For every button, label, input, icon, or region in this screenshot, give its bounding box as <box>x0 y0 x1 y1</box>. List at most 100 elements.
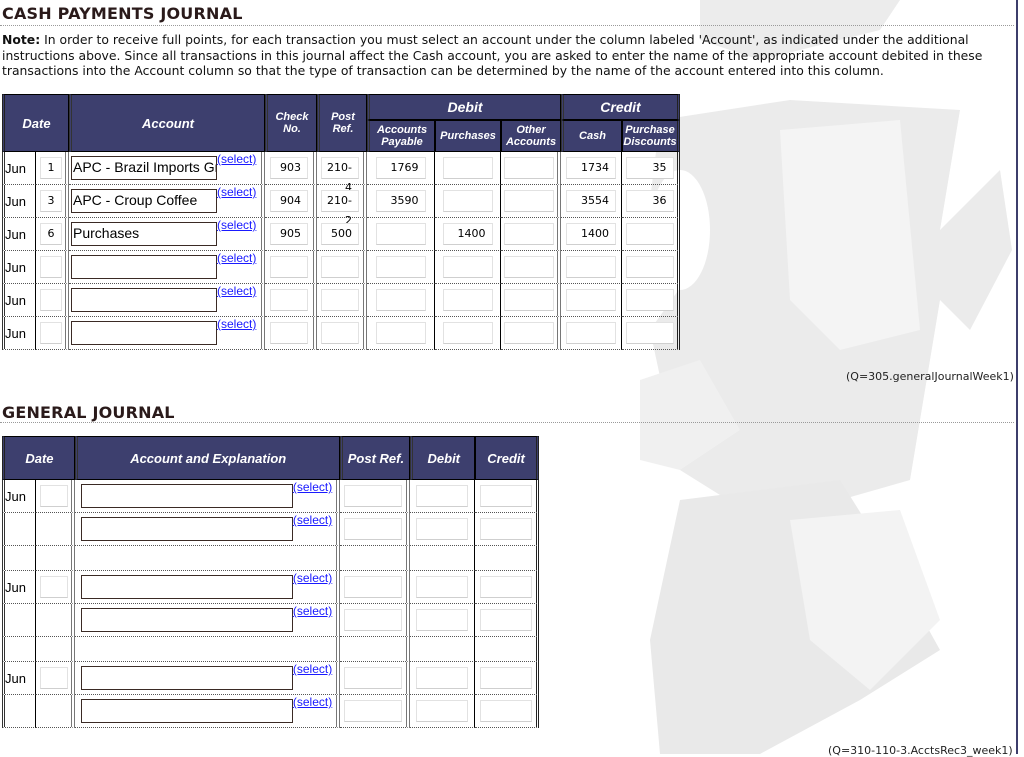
post-ref-input[interactable] <box>343 667 402 689</box>
post-ref-input[interactable] <box>321 289 359 311</box>
day-input[interactable] <box>39 256 62 278</box>
other-accounts-input[interactable] <box>504 289 554 311</box>
post-ref-input[interactable] <box>343 576 402 598</box>
credit-cell <box>475 604 539 637</box>
day-input[interactable] <box>39 667 68 689</box>
account-input[interactable]: APC - Brazil Imports Group <box>71 156 217 180</box>
accounts-payable-input[interactable] <box>375 256 426 278</box>
account-input[interactable] <box>80 484 293 508</box>
post-ref-input[interactable] <box>343 518 402 540</box>
select-account-link[interactable]: (select) <box>293 480 332 494</box>
check-no-input[interactable] <box>270 322 308 344</box>
select-account-link[interactable]: (select) <box>293 513 332 527</box>
debit-input[interactable] <box>416 518 469 540</box>
accounts-payable-input[interactable]: 1769 <box>375 157 426 179</box>
account-input[interactable] <box>80 699 293 723</box>
other-accounts-input[interactable] <box>504 223 554 245</box>
purchases-input[interactable] <box>442 157 493 179</box>
select-account-link[interactable]: (select) <box>217 218 256 232</box>
day-input[interactable] <box>39 289 62 311</box>
cash-input[interactable]: 1734 <box>566 157 616 179</box>
select-account-link[interactable]: (select) <box>217 284 256 298</box>
debit-input[interactable] <box>416 576 469 598</box>
select-account-link[interactable]: (select) <box>217 317 256 331</box>
accounts-payable-input[interactable] <box>375 223 426 245</box>
other-accounts-input[interactable] <box>504 256 554 278</box>
credit-input[interactable] <box>479 485 532 507</box>
post-ref-input[interactable] <box>321 322 359 344</box>
purchase-discounts-input[interactable]: 36 <box>625 190 674 212</box>
accounts-payable-input[interactable] <box>375 322 426 344</box>
account-input[interactable]: APC - Croup Coffee <box>71 189 217 213</box>
credit-input[interactable] <box>479 576 532 598</box>
post-ref-input[interactable] <box>343 609 402 631</box>
credit-input[interactable] <box>479 700 532 722</box>
post-ref-input[interactable] <box>321 256 359 278</box>
account-input[interactable] <box>71 321 217 345</box>
cash-input[interactable] <box>566 289 616 311</box>
post-ref-input[interactable] <box>343 700 402 722</box>
purchases-input[interactable] <box>442 190 493 212</box>
purchases-input[interactable] <box>442 322 493 344</box>
date-month-cell <box>2 604 37 637</box>
post-ref-input[interactable]: 210-2 <box>321 190 359 227</box>
cash-input[interactable] <box>566 256 616 278</box>
other-accounts-input[interactable] <box>504 157 554 179</box>
cash-input[interactable]: 1400 <box>566 223 616 245</box>
check-no-input[interactable] <box>270 289 308 311</box>
post-ref-input[interactable]: 210-4 <box>321 157 359 194</box>
account-input[interactable] <box>80 575 293 599</box>
select-account-link[interactable]: (select) <box>293 571 332 585</box>
spacer-cell <box>74 546 340 571</box>
account-input[interactable] <box>71 255 217 279</box>
account-input[interactable]: Purchases <box>71 222 217 246</box>
post-ref-input[interactable]: 500 <box>321 223 359 245</box>
select-account-link[interactable]: (select) <box>293 662 332 676</box>
debit-input[interactable] <box>416 667 469 689</box>
purchase-discounts-input[interactable] <box>625 322 674 344</box>
day-input[interactable]: 3 <box>39 190 62 212</box>
header-post-ref: Post Ref. <box>317 94 367 152</box>
debit-input[interactable] <box>416 485 469 507</box>
purchase-discounts-input[interactable]: 35 <box>625 157 674 179</box>
account-input[interactable] <box>80 666 293 690</box>
purchase-discounts-input[interactable] <box>625 223 674 245</box>
day-input[interactable] <box>39 485 68 507</box>
select-account-link[interactable]: (select) <box>217 152 256 166</box>
select-account-link[interactable]: (select) <box>293 695 332 709</box>
accounts-payable-input[interactable]: 3590 <box>375 190 426 212</box>
check-no-input[interactable]: 904 <box>270 190 308 212</box>
post-ref-input[interactable] <box>343 485 402 507</box>
purchases-input[interactable]: 1400 <box>442 223 493 245</box>
select-account-link[interactable]: (select) <box>217 185 256 199</box>
cash-journal-row: Jun 3 APC - Croup Coffee (select) 904 210-2 35… <box>2 185 680 227</box>
accounts-payable-input[interactable] <box>375 289 426 311</box>
spacer-row <box>2 637 539 662</box>
debit-input[interactable] <box>416 609 469 631</box>
other-accounts-cell <box>501 218 561 251</box>
day-input[interactable] <box>39 576 68 598</box>
purchase-discounts-input[interactable] <box>625 256 674 278</box>
other-accounts-input[interactable] <box>504 190 554 212</box>
select-account-link[interactable]: (select) <box>217 251 256 265</box>
day-input[interactable]: 6 <box>39 223 62 245</box>
day-input[interactable] <box>39 322 62 344</box>
credit-input[interactable] <box>479 518 532 540</box>
credit-input[interactable] <box>479 609 532 631</box>
purchase-discounts-input[interactable] <box>625 289 674 311</box>
account-input[interactable] <box>80 517 293 541</box>
debit-input[interactable] <box>416 700 469 722</box>
account-input[interactable] <box>71 288 217 312</box>
select-account-link[interactable]: (select) <box>293 604 332 618</box>
check-no-input[interactable]: 903 <box>270 157 308 179</box>
other-accounts-input[interactable] <box>504 322 554 344</box>
purchases-input[interactable] <box>442 289 493 311</box>
check-no-input[interactable]: 905 <box>270 223 308 245</box>
credit-input[interactable] <box>479 667 532 689</box>
cash-input[interactable] <box>566 322 616 344</box>
day-input[interactable]: 1 <box>39 157 62 179</box>
cash-input[interactable]: 3554 <box>566 190 616 212</box>
purchases-input[interactable] <box>442 256 493 278</box>
account-input[interactable] <box>80 608 293 632</box>
check-no-input[interactable] <box>270 256 308 278</box>
